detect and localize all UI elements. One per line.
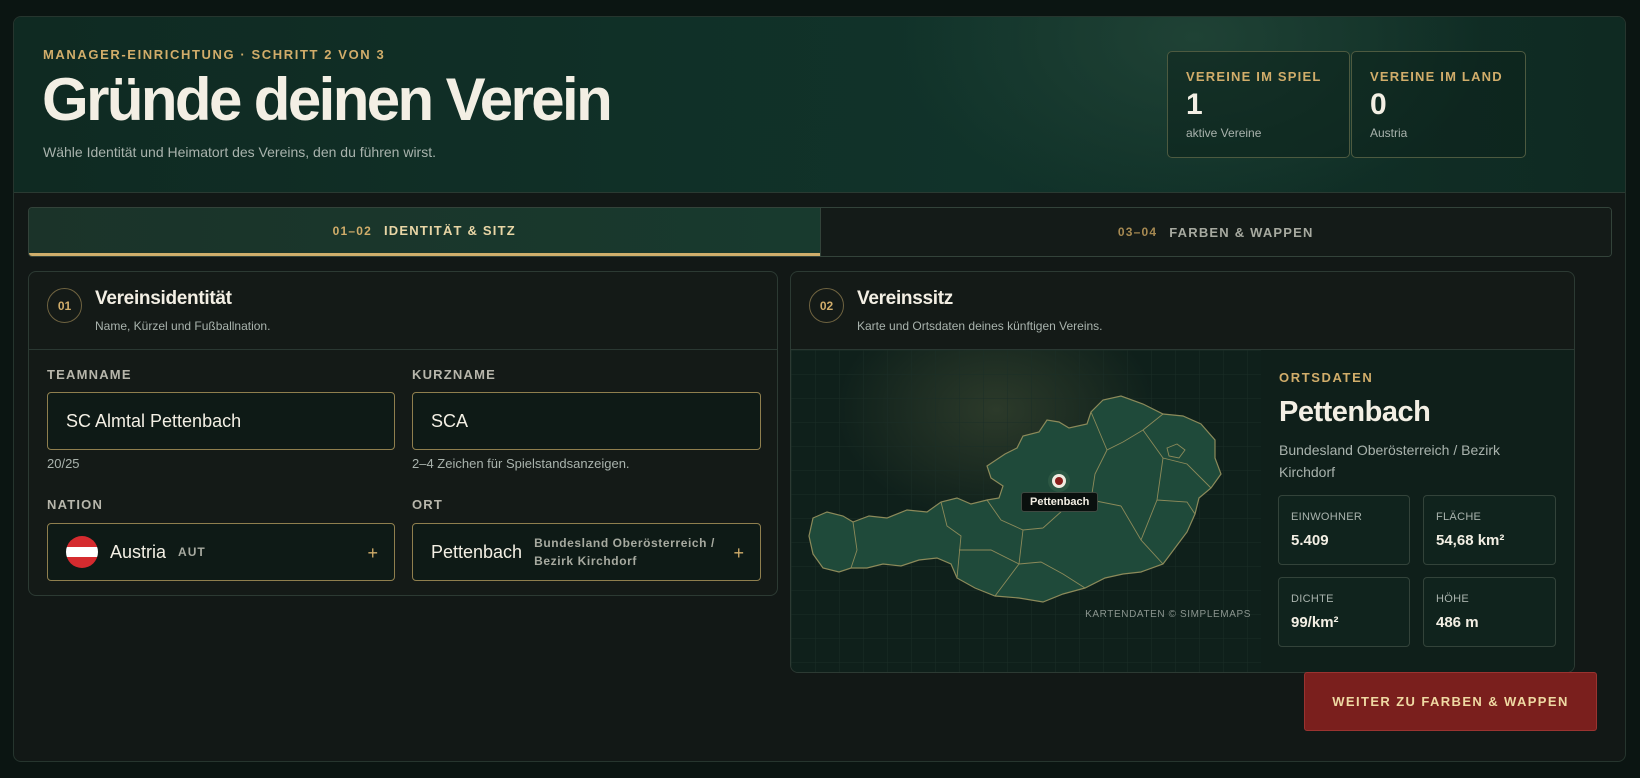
seat-card: 02 Vereinssitz Karte und Ortsdaten deine…	[790, 271, 1575, 673]
short-name-value: SCA	[431, 410, 469, 431]
ort-region: Bundesland Oberösterreich / Bezirk Kirch…	[534, 536, 715, 568]
identity-card: 01 Vereinsidentität Name, Kürzel und Fuß…	[28, 271, 778, 596]
step-indicator: MANAGER-EINRICHTUNG · SCHRITT 2 VON 3	[43, 47, 386, 62]
short-name-label: KURZNAME	[412, 367, 496, 382]
ort-region-text: Bundesland Oberösterreich / Bezirk Kirch…	[1279, 442, 1500, 480]
fact-label: DICHTE	[1291, 593, 1334, 605]
ort-label: ORT	[412, 497, 444, 512]
tab-label: IDENTITÄT & SITZ	[384, 223, 516, 238]
card-subtitle: Name, Kürzel und Fußballnation.	[95, 319, 271, 333]
team-name-counter: 20/25	[47, 456, 80, 471]
team-name-input[interactable]: SC Almtal Pettenbach	[47, 392, 395, 450]
stat-caption: Austria	[1370, 126, 1408, 140]
team-name-label: TEAMNAME	[47, 367, 132, 382]
fact-value: 99/km²	[1291, 614, 1339, 631]
step-badge: 01	[47, 288, 82, 323]
tab-colors-crest[interactable]: 03–04 FARBEN & WAPPEN	[819, 208, 1611, 256]
stat-clubs-in-country: VEREINE IM LAND 0 Austria	[1351, 51, 1526, 158]
nation-label: NATION	[47, 497, 104, 512]
location-pin-icon	[1055, 477, 1063, 485]
card-header: 01 Vereinsidentität Name, Kürzel und Fuß…	[29, 272, 777, 350]
austria-flag-icon	[66, 536, 98, 568]
stat-value: 1	[1186, 88, 1203, 121]
tab-number: 01–02	[332, 223, 372, 238]
team-name-value: SC Almtal Pettenbach	[66, 410, 242, 431]
nation-code: AUT	[178, 545, 206, 559]
step-badge: 02	[809, 288, 844, 323]
fact-value: 486 m	[1436, 614, 1479, 631]
short-name-input[interactable]: SCA	[412, 392, 761, 450]
header-banner: MANAGER-EINRICHTUNG · SCHRITT 2 VON 3 Gr…	[14, 17, 1625, 193]
nation-select[interactable]: Austria AUT +	[47, 523, 395, 581]
ort-name: Pettenbach	[1279, 396, 1431, 428]
page-subtitle: Wähle Identität und Heimatort des Verein…	[43, 144, 436, 160]
ort-value: Pettenbach	[431, 541, 523, 562]
nation-value: Austria	[110, 541, 167, 562]
map-pin-label: Pettenbach	[1021, 492, 1099, 512]
fact-value: 5.409	[1291, 532, 1329, 549]
fact-area: FLÄCHE 54,68 km²	[1423, 495, 1556, 565]
fact-label: FLÄCHE	[1436, 511, 1482, 523]
continue-button[interactable]: WEITER ZU FARBEN & WAPPEN	[1304, 672, 1597, 731]
card-title: Vereinssitz	[857, 288, 953, 309]
tab-number: 03–04	[1117, 225, 1158, 239]
fact-label: EINWOHNER	[1291, 511, 1363, 523]
short-name-hint: 2–4 Zeichen für Spielstandsanzeigen.	[412, 456, 630, 471]
stat-label: VEREINE IM SPIEL	[1186, 69, 1322, 84]
fact-density: DICHTE 99/km²	[1278, 577, 1410, 647]
stat-label: VEREINE IM LAND	[1370, 69, 1503, 84]
ort-details: ORTSDATEN Pettenbach Bundesland Oberöste…	[1261, 350, 1574, 672]
card-subtitle: Karte und Ortsdaten deines künftigen Ver…	[857, 319, 1103, 333]
step-tabs: 01–02 IDENTITÄT & SITZ 03–04 FARBEN & WA…	[28, 207, 1612, 257]
ort-select[interactable]: Pettenbach Bundesland Oberösterreich / B…	[412, 523, 761, 581]
fact-label: HÖHE	[1436, 593, 1469, 605]
fact-population: EINWOHNER 5.409	[1278, 495, 1410, 565]
fact-value: 54,68 km²	[1436, 532, 1505, 549]
austria-map[interactable]: Pettenbach KARTENDATEN © SIMPLEMAPS	[791, 350, 1261, 672]
ort-eyebrow: ORTSDATEN	[1279, 370, 1374, 385]
plus-icon: +	[733, 543, 744, 563]
map-credit: KARTENDATEN © SIMPLEMAPS	[1085, 609, 1251, 620]
plus-icon: +	[367, 543, 378, 563]
setup-panel: MANAGER-EINRICHTUNG · SCHRITT 2 VON 3 Gr…	[13, 16, 1626, 762]
card-header: 02 Vereinssitz Karte und Ortsdaten deine…	[791, 272, 1574, 350]
tab-label: FARBEN & WAPPEN	[1169, 224, 1314, 240]
fact-elevation: HÖHE 486 m	[1423, 577, 1556, 647]
card-title: Vereinsidentität	[95, 288, 232, 309]
stat-clubs-in-game: VEREINE IM SPIEL 1 aktive Vereine	[1167, 51, 1350, 158]
stat-value: 0	[1370, 88, 1387, 121]
page-title: Gründe deinen Verein	[42, 66, 613, 133]
stat-caption: aktive Vereine	[1186, 126, 1262, 140]
tab-identity-seat[interactable]: 01–02 IDENTITÄT & SITZ	[29, 208, 820, 256]
